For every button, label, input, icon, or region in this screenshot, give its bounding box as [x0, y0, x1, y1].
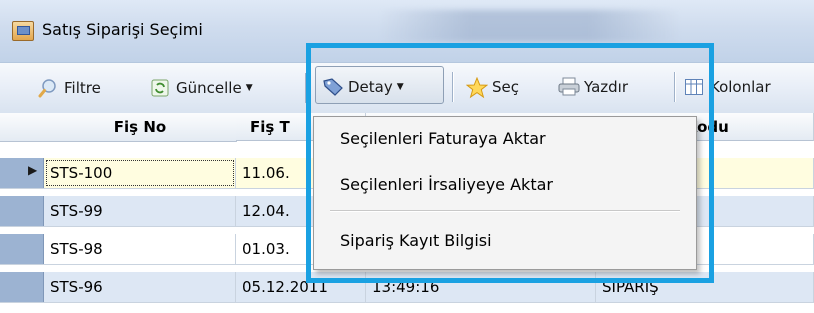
row-selector[interactable]: ▶ — [0, 158, 44, 188]
refresh-label: Güncelle — [176, 79, 242, 97]
cell-fis-no[interactable]: STS-96 — [44, 272, 236, 302]
columns-label: Kolonlar — [710, 78, 771, 96]
blurred-background-area — [380, 10, 680, 42]
grid-header-corner — [0, 113, 45, 142]
cell-fis-no[interactable]: STS-99 — [44, 196, 236, 226]
cell-fis-no[interactable]: STS-98 — [44, 234, 236, 264]
cell-fis-no[interactable]: STS-100 — [44, 158, 236, 188]
refresh-button[interactable]: Güncelle ▼ — [150, 75, 253, 101]
row-selector[interactable] — [0, 234, 44, 264]
search-icon — [38, 78, 58, 98]
highlight-annotation-box — [306, 43, 714, 283]
window-title: Satış Siparişi Seçimi — [42, 20, 203, 39]
app-window-icon — [12, 21, 34, 41]
chevron-down-icon: ▼ — [245, 83, 253, 93]
refresh-icon — [150, 78, 170, 98]
row-selector[interactable] — [0, 272, 44, 302]
filter-label: Filtre — [64, 79, 101, 97]
filter-button[interactable]: Filtre — [38, 75, 101, 101]
current-row-arrow-icon: ▶ — [28, 163, 38, 177]
column-header-fis-no[interactable]: Fiş No — [44, 113, 237, 142]
row-selector[interactable] — [0, 196, 44, 226]
